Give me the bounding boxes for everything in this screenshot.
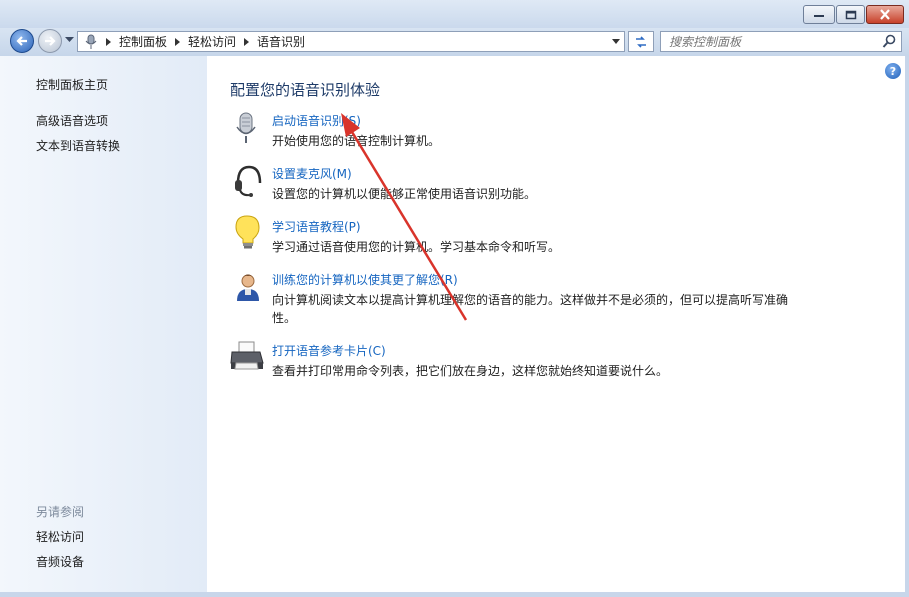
address-dropdown-icon[interactable]: [612, 39, 620, 44]
window-border: [905, 56, 909, 592]
close-button[interactable]: [866, 5, 904, 24]
address-bar[interactable]: 控制面板 轻松访问 语音识别: [77, 31, 625, 52]
train-computer-desc: 向计算机阅读文本以提高计算机理解您的语音的能力。这样做并不是必须的，但可以提高听…: [272, 293, 789, 325]
navigation-bar: 控制面板 轻松访问 语音识别: [0, 28, 909, 56]
sidebar-link-advanced-speech-options[interactable]: 高级语音选项: [36, 112, 108, 129]
setup-microphone-link[interactable]: 设置麦克风(M): [272, 165, 352, 182]
sidebar-link-control-panel-home[interactable]: 控制面板主页: [36, 76, 108, 93]
maximize-icon: [845, 10, 856, 19]
setup-microphone-desc: 设置您的计算机以便能够正常使用语音识别功能。: [272, 187, 537, 201]
open-reference-card-link[interactable]: 打开语音参考卡片(C): [272, 342, 386, 359]
open-reference-card-desc: 查看并打印常用命令列表，把它们放在身边，这样您就始终知道要说什么。: [272, 364, 669, 378]
breadcrumb-separator-icon[interactable]: [175, 37, 181, 46]
maximize-button[interactable]: [836, 5, 865, 24]
forward-arrow-icon: [45, 36, 56, 46]
search-input[interactable]: [661, 32, 887, 51]
printer-icon: [230, 341, 264, 370]
back-arrow-icon: [16, 36, 27, 46]
breadcrumb-control-panel[interactable]: 控制面板: [119, 33, 167, 50]
minimize-button[interactable]: [803, 5, 835, 24]
title-bar: [0, 0, 909, 30]
forward-button[interactable]: [38, 29, 62, 53]
breadcrumb-ease-of-access[interactable]: 轻松访问: [188, 33, 236, 50]
sidebar-link-audio-devices[interactable]: 音频设备: [36, 553, 84, 570]
train-computer-link[interactable]: 训练您的计算机以使其更了解您(R): [272, 271, 458, 288]
user-speech-icon: [237, 274, 259, 301]
speech-tutorial-link[interactable]: 学习语音教程(P): [272, 218, 361, 235]
sidebar-link-ease-of-access[interactable]: 轻松访问: [36, 528, 84, 545]
minimize-icon: [814, 14, 824, 17]
microphone-icon: [236, 112, 256, 143]
sidebar-link-text-to-speech[interactable]: 文本到语音转换: [36, 137, 120, 154]
back-button[interactable]: [10, 29, 34, 53]
lightbulb-icon: [235, 215, 260, 249]
breadcrumb-separator-icon[interactable]: [106, 37, 111, 46]
see-also-heading: 另请参阅: [36, 505, 85, 519]
recent-pages-dropdown-icon[interactable]: [65, 37, 74, 43]
window-border: [0, 592, 909, 597]
refresh-icon: [636, 35, 646, 48]
close-icon: [880, 9, 890, 20]
help-icon[interactable]: ?: [885, 63, 901, 79]
headset-icon: [235, 165, 262, 197]
search-icon[interactable]: [882, 34, 896, 49]
microphone-small-icon: [85, 34, 97, 49]
breadcrumb-speech-recognition[interactable]: 语音识别: [257, 33, 305, 50]
breadcrumb-separator-icon[interactable]: [244, 37, 250, 46]
page-title: 配置您的语音识别体验: [230, 81, 381, 99]
start-speech-recognition-link[interactable]: 启动语音识别(S): [272, 112, 361, 129]
start-speech-recognition-desc: 开始使用您的语音控制计算机。: [272, 134, 441, 148]
speech-tutorial-desc: 学习通过语音使用您的计算机。学习基本命令和听写。: [272, 240, 561, 254]
refresh-button[interactable]: [628, 31, 654, 52]
search-box[interactable]: [660, 31, 902, 52]
